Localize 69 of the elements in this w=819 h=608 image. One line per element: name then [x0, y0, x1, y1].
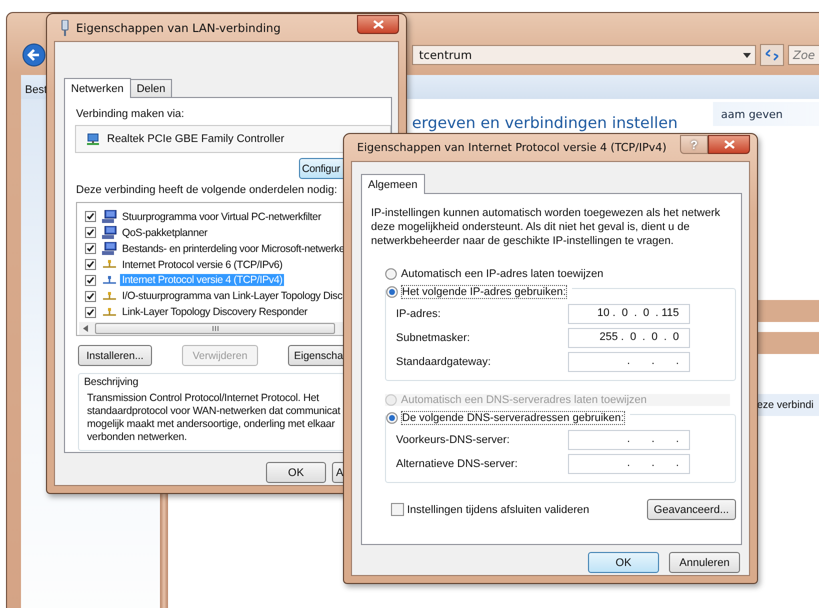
computer-icon	[102, 226, 117, 240]
description-text: verbonden netwerken.	[87, 431, 187, 444]
checkbox[interactable]	[85, 227, 96, 238]
window-bar	[757, 332, 819, 354]
field-label: IP-adres:	[396, 308, 441, 320]
list-item[interactable]: Link-Layer Topology Discovery Responder	[120, 306, 310, 318]
field-label: Deze verbinding heeft de volgende onderdelen nodig:	[76, 184, 338, 196]
list-item[interactable]: I/O-stuurprogramma van Link-Layer Topology Disc	[120, 290, 344, 302]
radio-button[interactable]	[386, 286, 398, 298]
grip-icon	[212, 326, 218, 332]
window-bar	[757, 300, 819, 322]
search-field[interactable]: Zoe	[788, 45, 819, 65]
scroll-thumb[interactable]	[95, 323, 335, 334]
list-item[interactable]: Internet Protocol versie 6 (TCP/IPv6)	[120, 258, 284, 271]
checkbox[interactable]	[391, 503, 404, 516]
field-label: Verbinding maken via:	[76, 108, 184, 120]
ip-address-field[interactable]: . . .	[568, 454, 690, 474]
ip-address-field[interactable]: . . .	[568, 430, 690, 450]
checkbox[interactable]	[85, 211, 96, 222]
plug-icon	[60, 20, 70, 36]
intro-text: IP-instellingen kunnen automatisch worden toegewezen als het netwerk deze mogelijkheid ondersteunt. Als dit niet het geval is, dient u de netwerkbeheerder naar de geschikte IP-instellingen te vragen.	[371, 206, 722, 248]
page-heading: ergeven en verbindingen instellen	[412, 114, 678, 132]
window-title: Eigenschappen van LAN-verbinding	[76, 20, 282, 34]
list-item[interactable]: Stuurprogramma voor Virtual PC-netwerkfilter	[120, 210, 324, 223]
ip-address-field[interactable]: . . .	[568, 352, 690, 372]
close-icon	[372, 20, 384, 29]
dropdown-caret-icon[interactable]	[743, 52, 751, 58]
ip-address-field[interactable]: 10 . 0 . 0 . 115	[568, 304, 690, 324]
tab[interactable]: Algemeen	[361, 174, 425, 194]
dialog-button[interactable]: OK	[588, 552, 659, 573]
dialog-button[interactable]: Annuleren	[669, 552, 740, 573]
back-button[interactable]	[22, 43, 46, 67]
description-text: mogelijk maakt met andersoortige, onderling met elkaar	[87, 418, 335, 431]
radio-label[interactable]: Automatisch een IP-adres laten toewijzen	[401, 268, 604, 280]
task-link[interactable]: aam geven	[721, 108, 783, 120]
description-text: Transmission Control Protocol/Internet Protocol. Het	[87, 392, 319, 405]
network-adapter-icon	[86, 132, 100, 146]
group-label: Beschrijving	[84, 376, 140, 388]
close-icon	[724, 140, 734, 149]
list-item[interactable]: QoS-pakketplanner	[120, 226, 210, 239]
address-field[interactable]: tcentrum	[412, 45, 756, 65]
computer-icon	[102, 242, 117, 256]
checkbox[interactable]	[85, 290, 96, 302]
close-button[interactable]	[357, 15, 399, 34]
field-label: Subnetmasker:	[396, 332, 470, 344]
window-title: Eigenschappen van Internet Protocol versie 4 (TCP/IPv4)	[357, 141, 668, 154]
checkbox-label[interactable]: Instellingen tijdens afsluiten valideren	[407, 504, 590, 516]
checkbox[interactable]	[85, 243, 96, 254]
tab[interactable]: Netwerken	[64, 78, 131, 98]
menu-item[interactable]: Best	[25, 84, 48, 96]
field-label: Standaardgateway:	[396, 356, 491, 368]
tab[interactable]: Delen	[130, 79, 172, 97]
scroll-left-icon[interactable]	[83, 325, 89, 332]
checkbox[interactable]	[85, 259, 96, 270]
action-button[interactable]: Installeren...	[78, 345, 152, 366]
radio-button[interactable]	[385, 268, 397, 280]
field-label: Voorkeurs-DNS-server:	[396, 434, 510, 446]
advanced-button[interactable]: Geavanceerd...	[646, 499, 736, 520]
list-item[interactable]: Bestands- en printerdeling voor Microsoft-netwerke	[120, 242, 347, 255]
computer-icon	[102, 210, 117, 224]
adapter-name: Realtek PCIe GBE Family Controller	[107, 133, 284, 145]
description-text: standaardprotocol voor WAN-netwerken dat communicat	[87, 405, 340, 418]
checkbox[interactable]	[85, 306, 96, 318]
radio-button[interactable]	[386, 412, 398, 424]
dialog-button[interactable]: OK	[266, 462, 326, 483]
close-button[interactable]	[708, 135, 750, 154]
ip-address-field[interactable]: 255 . 0 . 0 . 0	[568, 328, 690, 348]
field-label: Alternatieve DNS-server:	[396, 458, 518, 470]
checkbox[interactable]	[85, 274, 96, 286]
